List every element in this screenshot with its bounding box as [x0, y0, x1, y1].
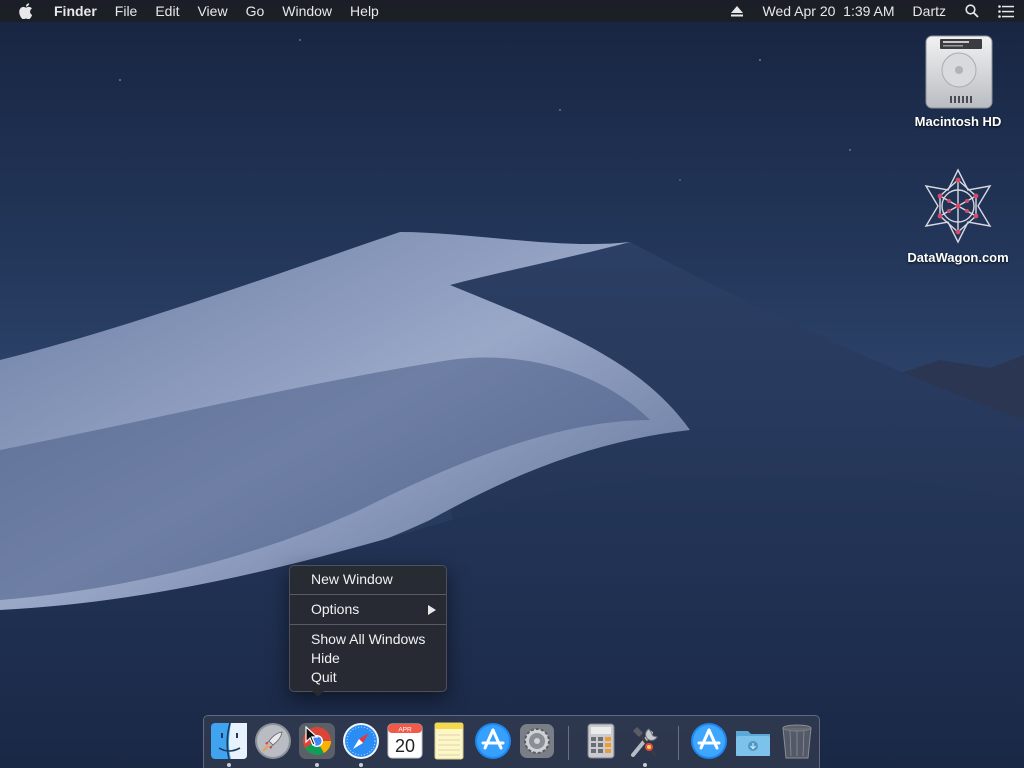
menu-bar-status-area: Wed Apr 20 1:39 AM Dartz [711, 3, 1014, 19]
dock-item-safari[interactable] [341, 721, 381, 761]
desktop: Finder File Edit View Go Window Help Wed… [0, 0, 1024, 768]
finder-icon [211, 722, 247, 760]
app-store-icon [475, 723, 511, 759]
list-icon[interactable] [998, 3, 1014, 19]
dock-item-system-preferences[interactable] [517, 721, 557, 761]
running-indicator [227, 763, 231, 767]
notes-icon [434, 722, 464, 760]
calendar-day: 20 [395, 736, 415, 756]
dock-divider [678, 726, 679, 760]
menu-separator [290, 624, 446, 625]
dock-item-utilities[interactable] [625, 721, 665, 761]
calendar-icon: APR 20 [387, 723, 423, 759]
dock-item-downloads[interactable] [733, 721, 773, 761]
dock-item-calendar[interactable]: APR 20 [385, 721, 425, 761]
menu-item-show-all-windows[interactable]: Show All Windows [290, 630, 446, 649]
dock-item-finder[interactable] [209, 721, 249, 761]
rocket-icon [255, 723, 291, 759]
menu-bar: Finder File Edit View Go Window Help Wed… [0, 0, 1024, 22]
gear-icon [520, 724, 554, 758]
running-indicator [643, 763, 647, 767]
dock-item-notes[interactable] [429, 721, 469, 761]
dock-item-calculator[interactable] [581, 721, 621, 761]
menu-window[interactable]: Window [282, 0, 332, 22]
menu-view[interactable]: View [197, 0, 227, 22]
search-icon[interactable] [964, 3, 980, 19]
folder-icon [736, 731, 770, 756]
mouse-cursor-icon [305, 726, 319, 746]
running-indicator [359, 763, 363, 767]
running-indicator [315, 763, 319, 767]
menu-item-new-window[interactable]: New Window [290, 570, 446, 589]
desktop-icon-label: Macintosh HD [914, 114, 1002, 129]
menu-item-options[interactable]: Options [290, 600, 446, 619]
menu-app-finder[interactable]: Finder [54, 0, 97, 22]
calendar-month: APR [398, 727, 412, 734]
tools-icon [631, 727, 658, 757]
desktop-icon-label: DataWagon.com [907, 250, 1009, 265]
desktop-icon-macintosh-hd[interactable]: Macintosh HD [903, 30, 1013, 129]
menu-item-quit[interactable]: Quit [290, 668, 446, 687]
app-store-folder-icon [691, 723, 727, 759]
apple-logo-icon[interactable] [18, 3, 34, 19]
desktop-icon-datawagon[interactable]: DataWagon.com [903, 166, 1013, 265]
dock-item-trash[interactable] [777, 721, 817, 761]
dock-context-menu: New Window Options Show All Windows Hide… [289, 565, 447, 692]
eject-icon[interactable] [729, 3, 745, 19]
context-menu-pointer [310, 689, 326, 697]
menu-file[interactable]: File [115, 0, 138, 22]
hard-drive-icon [918, 30, 998, 110]
compass-icon [343, 723, 379, 759]
menu-item-label: Options [311, 601, 360, 617]
menu-edit[interactable]: Edit [155, 0, 179, 22]
dock-item-applications[interactable] [689, 721, 729, 761]
wallpaper-dunes [0, 0, 1024, 768]
menu-item-hide[interactable]: Hide [290, 649, 446, 668]
dock-item-launchpad[interactable] [253, 721, 293, 761]
menu-bar-clock[interactable]: Wed Apr 20 1:39 AM [763, 3, 895, 19]
menu-bar-user[interactable]: Dartz [913, 3, 946, 19]
menu-separator [290, 594, 446, 595]
submenu-arrow-icon [428, 605, 436, 615]
calculator-icon [587, 723, 615, 759]
dock-item-app-store[interactable] [473, 721, 513, 761]
dock-divider [568, 726, 569, 760]
menu-help[interactable]: Help [350, 0, 379, 22]
trash-icon [782, 724, 812, 759]
menu-go[interactable]: Go [246, 0, 265, 22]
dock: APR 20 [203, 715, 820, 768]
geometric-star-icon [918, 166, 998, 246]
